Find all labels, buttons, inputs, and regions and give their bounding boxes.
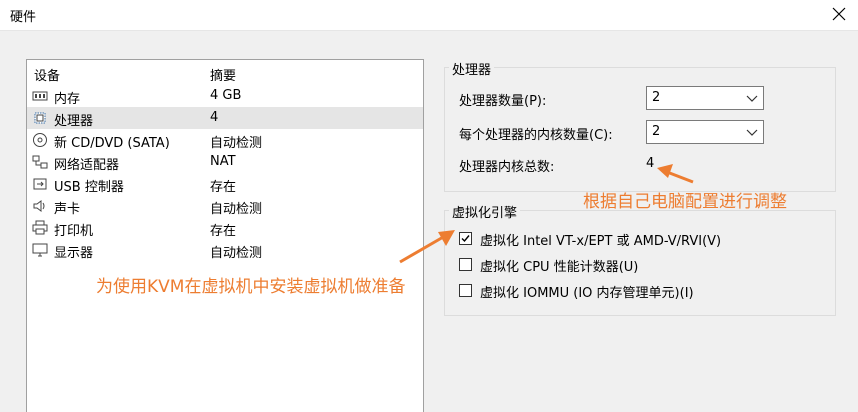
checkmark-icon <box>461 235 470 243</box>
device-summary: NAT <box>210 154 236 169</box>
device-name: 新 CD/DVD (SATA) <box>54 136 170 151</box>
processor-group-title: 处理器 <box>449 59 495 78</box>
virtualization-group-title: 虚拟化引擎 <box>449 202 521 221</box>
cd-dvd-icon <box>33 133 47 147</box>
iommu-label: 虚拟化 IOMMU (IO 内存管理单元)(I) <box>480 286 694 301</box>
printer-icon <box>32 220 48 235</box>
device-row-memory[interactable]: 内存 4 GB <box>27 85 423 107</box>
device-name: 网络适配器 <box>54 158 120 173</box>
processor-icon <box>34 112 46 124</box>
device-row-network[interactable]: 网络适配器 NAT <box>27 151 423 173</box>
vt-x-checkbox[interactable] <box>459 232 472 245</box>
device-row-cd-dvd[interactable]: 新 CD/DVD (SATA) 自动检测 <box>27 129 423 151</box>
device-summary: 自动检测 <box>210 136 263 151</box>
title-bar: 硬件 <box>0 0 858 30</box>
adjust-config-annotation: 根据自己电脑配置进行调整 <box>583 192 787 212</box>
processor-count-value: 2 <box>652 90 661 105</box>
cores-per-processor-select[interactable]: 2 <box>646 120 764 144</box>
monitor-icon <box>32 243 48 257</box>
device-row-printer[interactable]: 打印机 存在 <box>27 217 423 239</box>
kvm-annotation: 为使用KVM在虚拟机中安装虚拟机做准备 <box>96 277 406 297</box>
device-row-usb[interactable]: USB 控制器 存在 <box>27 173 423 195</box>
chevron-down-icon <box>746 129 758 136</box>
device-name: 内存 <box>54 92 81 107</box>
cpu-perf-counter-label: 虚拟化 CPU 性能计数器(U) <box>480 260 639 275</box>
vt-x-label: 虚拟化 Intel VT-x/EPT 或 AMD-V/RVI(V) <box>480 234 722 249</box>
device-row-display[interactable]: 显示器 自动检测 <box>27 239 423 261</box>
close-icon[interactable] <box>830 5 848 23</box>
processor-count-select[interactable]: 2 <box>646 86 764 110</box>
chevron-down-icon <box>746 95 758 102</box>
device-list[interactable]: 设备 摘要 内存 4 GB 处理器 4 新 CD/DVD (SATA) 自动检测… <box>26 59 424 412</box>
iommu-checkbox[interactable] <box>459 284 472 297</box>
total-cores-value: 4 <box>646 156 655 171</box>
device-row-processor[interactable]: 处理器 4 <box>27 107 423 129</box>
device-name: 打印机 <box>54 224 94 239</box>
memory-icon <box>32 91 48 101</box>
device-summary: 4 <box>210 110 219 125</box>
device-name: 处理器 <box>54 114 94 129</box>
device-summary: 4 GB <box>210 88 242 103</box>
device-summary: 存在 <box>210 180 237 195</box>
usb-icon <box>33 178 47 190</box>
processor-count-label: 处理器数量(P): <box>459 94 547 109</box>
cores-per-processor-label: 每个处理器的内核数量(C): <box>459 128 613 143</box>
device-column-header[interactable]: 设备 <box>34 65 60 84</box>
device-name: 显示器 <box>54 246 94 261</box>
window-title: 硬件 <box>10 10 37 25</box>
network-adapter-icon <box>32 155 48 169</box>
device-row-sound[interactable]: 声卡 自动检测 <box>27 195 423 217</box>
device-name: USB 控制器 <box>54 180 124 195</box>
cores-per-processor-value: 2 <box>652 124 661 139</box>
device-name: 声卡 <box>54 202 81 217</box>
device-summary: 存在 <box>210 224 237 239</box>
device-list-header: 设备 摘要 <box>27 60 423 84</box>
title-divider <box>0 30 858 31</box>
cpu-perf-counter-checkbox[interactable] <box>459 258 472 271</box>
device-summary: 自动检测 <box>210 246 263 261</box>
total-cores-label: 处理器内核总数: <box>459 160 555 175</box>
speaker-icon <box>33 200 45 212</box>
summary-column-header[interactable]: 摘要 <box>210 65 236 84</box>
device-summary: 自动检测 <box>210 202 263 217</box>
